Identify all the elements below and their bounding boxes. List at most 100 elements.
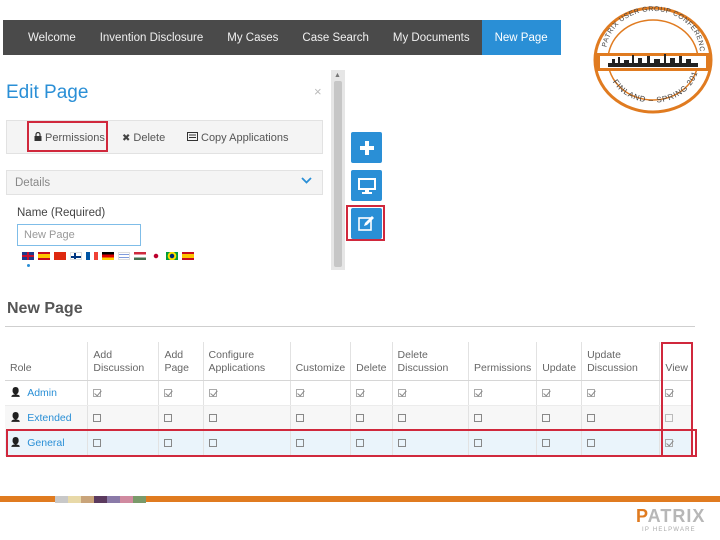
column-header: Customize (290, 342, 352, 381)
permission-checkbox[interactable] (474, 388, 483, 397)
footer-color-swatches (55, 496, 146, 503)
column-header: Add Page (158, 342, 204, 381)
color-swatch (120, 496, 133, 503)
color-swatch (81, 496, 94, 503)
flag-fi-icon[interactable] (70, 252, 82, 260)
permission-checkbox[interactable] (93, 413, 102, 422)
delete-button[interactable]: ✖ Delete (122, 132, 165, 144)
permission-checkbox[interactable] (295, 413, 304, 422)
table-row: 👤 Extended (5, 405, 693, 431)
nav-my-cases[interactable]: My Cases (215, 20, 290, 55)
column-header-label: Customize (295, 361, 346, 374)
column-header-label: Add (164, 348, 184, 361)
permission-checkbox[interactable] (474, 413, 483, 422)
flag-es2-icon[interactable] (182, 252, 194, 260)
plus-icon (359, 140, 374, 155)
flag-de-icon[interactable] (102, 252, 114, 260)
flag-br-icon[interactable] (166, 252, 178, 260)
conference-stamp-logo: PATRIX USER GROUP CONFERENCE FINLAND – S… (592, 5, 713, 114)
flag-il-icon[interactable] (118, 252, 130, 260)
permission-cell (158, 405, 204, 431)
permission-cell (536, 405, 583, 431)
column-header-label: Page (164, 361, 189, 374)
flag-gb-icon[interactable] (22, 252, 34, 260)
permission-checkbox[interactable] (164, 388, 173, 397)
general-row-highlight-box (6, 429, 697, 457)
nav-my-documents[interactable]: My Documents (381, 20, 482, 55)
role-link[interactable]: Extended (27, 412, 71, 424)
column-header: Configure Applications (203, 342, 291, 381)
chevron-down-icon[interactable] (301, 175, 312, 187)
view-screen-button[interactable] (351, 170, 382, 201)
permission-cell (468, 380, 538, 406)
flag-es-icon[interactable] (38, 252, 50, 260)
scrollbar-thumb[interactable] (334, 81, 342, 267)
nav-new-page[interactable]: New Page (481, 20, 561, 55)
edit-panel-scrollbar[interactable]: ▲ (331, 70, 345, 270)
top-navigation: Welcome Invention Disclosure My Cases Ca… (3, 20, 561, 55)
permission-cell (87, 405, 160, 431)
close-icon[interactable]: × (314, 84, 322, 99)
permission-checkbox[interactable] (356, 413, 365, 422)
color-swatch (68, 496, 81, 503)
nav-case-search[interactable]: Case Search (290, 20, 380, 55)
logo-tagline: IP HELPWARE (642, 527, 696, 533)
nav-invention-disclosure[interactable]: Invention Disclosure (88, 20, 216, 55)
column-header-label: Delete (397, 348, 428, 361)
permission-cell (203, 380, 291, 406)
permission-cell (581, 380, 661, 406)
copy-icon (187, 132, 198, 144)
permission-checkbox[interactable] (587, 413, 596, 422)
role-cell: 👤 Extended (5, 405, 89, 431)
delete-label: Delete (133, 132, 166, 144)
language-flags (22, 252, 194, 260)
column-header: Delete (350, 342, 393, 381)
flag-cn-icon[interactable] (54, 252, 66, 260)
permission-checkbox[interactable] (164, 413, 173, 422)
permission-checkbox[interactable] (208, 388, 217, 397)
color-swatch (133, 496, 146, 503)
permission-checkbox[interactable] (542, 413, 551, 422)
column-header-label: Discussion (397, 361, 449, 374)
color-swatch (55, 496, 68, 503)
permission-checkbox[interactable] (295, 388, 304, 397)
monitor-icon (357, 177, 376, 194)
section-divider (5, 326, 695, 327)
selected-language-indicator (27, 264, 30, 267)
details-accordion[interactable]: Details (6, 170, 323, 195)
permission-checkbox[interactable] (356, 388, 365, 397)
permission-cell (468, 405, 538, 431)
column-header: Add Discussion (87, 342, 160, 381)
page-name-input[interactable] (17, 224, 141, 246)
scroll-up-icon[interactable]: ▲ (334, 72, 341, 79)
flag-hu-icon[interactable] (134, 252, 146, 260)
permission-cell (290, 380, 352, 406)
role-link[interactable]: Admin (27, 387, 57, 399)
nav-welcome[interactable]: Welcome (3, 20, 88, 55)
flag-jp-icon[interactable] (150, 252, 162, 260)
copy-applications-label: Copy Applications (201, 132, 289, 144)
color-swatch (107, 496, 120, 503)
permission-checkbox[interactable] (397, 413, 406, 422)
details-label: Details (15, 177, 51, 189)
column-header: Permissions (468, 342, 538, 381)
column-header: Update (536, 342, 583, 381)
user-icon: 👤 (10, 387, 22, 397)
permission-checkbox[interactable] (542, 388, 551, 397)
permission-cell (392, 405, 470, 431)
flag-fr-icon[interactable] (86, 252, 98, 260)
table-header-row: Role Add Discussion Add Page Configure Applica… (5, 342, 693, 381)
permission-checkbox[interactable] (587, 388, 596, 397)
column-header-label: Add (93, 348, 113, 361)
permission-checkbox[interactable] (397, 388, 406, 397)
permission-checkbox[interactable] (93, 388, 102, 397)
add-button[interactable] (351, 132, 382, 163)
column-header-label: Discussion (93, 361, 145, 374)
section-title: New Page (7, 300, 83, 317)
column-header-label: Delete (356, 361, 387, 374)
copy-applications-button[interactable]: Copy Applications (187, 132, 288, 144)
column-header: Role (5, 342, 89, 381)
permission-cell (158, 380, 204, 406)
permission-checkbox[interactable] (208, 413, 217, 422)
permission-cell (392, 380, 470, 406)
